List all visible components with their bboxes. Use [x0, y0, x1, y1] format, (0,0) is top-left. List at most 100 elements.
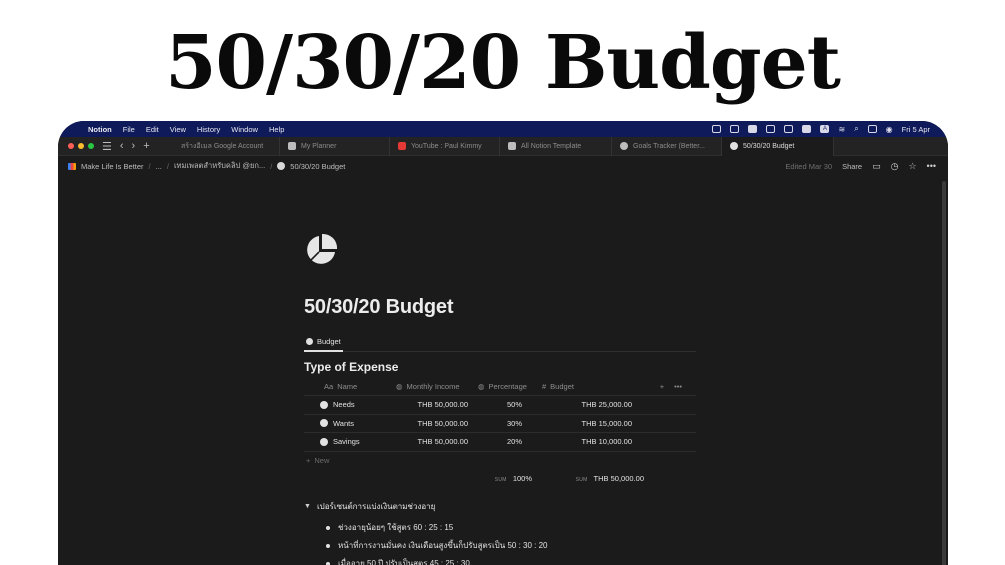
plus-circle-icon — [320, 437, 328, 446]
forward-icon[interactable]: › — [132, 140, 136, 153]
row-name: Needs — [333, 400, 355, 410]
page-icon — [508, 142, 516, 150]
battery-icon[interactable] — [802, 125, 812, 133]
view-tab-label: Budget — [317, 337, 341, 346]
edited-timestamp: Edited Mar 30 — [785, 161, 833, 171]
youtube-icon — [398, 142, 406, 150]
cell-name[interactable]: Wants — [304, 419, 396, 428]
tray-icon[interactable] — [748, 125, 758, 133]
formula-icon: ◍ — [478, 381, 485, 391]
menu-help[interactable]: Help — [269, 125, 284, 134]
wifi-icon[interactable]: ≋ — [838, 125, 845, 134]
column-header-percentage[interactable]: ◍ Percentage — [478, 382, 542, 391]
share-button[interactable]: Share — [842, 162, 862, 171]
cell-percentage[interactable]: 20% — [478, 437, 542, 446]
breadcrumb-item[interactable]: Make Life Is Better — [81, 162, 144, 171]
list-item[interactable]: เมื่ออายุ 50 ปี ปรับเป็นสูตร 45 : 25 : 3… — [326, 555, 696, 565]
row-name: Wants — [333, 418, 354, 428]
sum-label: SUM — [575, 477, 588, 483]
cell-budget[interactable]: THB 25,000.00 — [542, 400, 652, 409]
sum-percentage[interactable]: SUM 100% — [304, 474, 532, 483]
more-options-icon[interactable]: ••• — [674, 382, 682, 391]
column-label: Budget — [550, 381, 574, 391]
table-row[interactable]: Wants THB 50,000.00 30% THB 15,000.00 — [304, 415, 696, 433]
menu-edit[interactable]: Edit — [146, 125, 159, 134]
breadcrumb-item[interactable]: ... — [156, 162, 162, 171]
close-window-button[interactable] — [68, 143, 74, 149]
toggle-heading: เปอร์เซนต์การแบ่งเงินตามช่วงอายุ — [316, 501, 436, 511]
tab-google-account[interactable]: สร้างอีเมล Google Account — [168, 136, 280, 156]
view-tab-budget[interactable]: Budget — [304, 333, 343, 352]
menu-app-notion[interactable]: Notion — [88, 125, 112, 134]
cell-name[interactable]: Savings — [304, 437, 396, 446]
tray-icon[interactable] — [766, 125, 776, 133]
more-options-icon[interactable]: ••• — [927, 161, 936, 171]
tab-my-planner[interactable]: My Planner — [280, 136, 390, 156]
tab-label: All Notion Template — [521, 142, 582, 150]
cell-income[interactable]: THB 50,000.00 — [396, 419, 478, 428]
toggle-block[interactable]: ▼ เปอร์เซนต์การแบ่งเงินตามช่วงอายุ — [304, 500, 696, 513]
menu-window[interactable]: Window — [231, 125, 258, 134]
list-item[interactable]: หน้าที่การงานมั่นคง เงินเดือนสูงขึ้นก็ปร… — [326, 537, 696, 555]
view-tabs: Budget — [304, 333, 696, 352]
sum-budget[interactable]: SUM THB 50,000.00 — [532, 474, 644, 483]
table-row[interactable]: Savings THB 50,000.00 20% THB 10,000.00 — [304, 433, 696, 452]
list-item-text: เมื่ออายุ 50 ปี ปรับเป็นสูตร 45 : 25 : 3… — [338, 559, 470, 565]
alert-icon — [320, 400, 328, 409]
column-header-name[interactable]: Aa Name — [304, 382, 396, 391]
sum-value: THB 50,000.00 — [593, 474, 644, 483]
page-title[interactable]: 50/30/20 Budget — [304, 296, 696, 319]
menu-view[interactable]: View — [170, 125, 186, 134]
page-icon — [288, 142, 296, 150]
sum-label: SUM — [494, 477, 507, 483]
column-header-income[interactable]: ◍ Monthly Income — [396, 382, 478, 391]
cell-budget[interactable]: THB 15,000.00 — [542, 419, 652, 428]
clock[interactable]: Fri 5 Apr — [902, 125, 930, 134]
page-icon — [620, 142, 628, 150]
column-header-budget[interactable]: # Budget — [542, 382, 652, 391]
zoom-window-button[interactable] — [88, 143, 94, 149]
favorite-star-icon[interactable]: ☆ — [908, 161, 916, 172]
tab-label: My Planner — [301, 142, 337, 150]
tray-icon[interactable] — [784, 125, 794, 133]
tab-budget[interactable]: 50/30/20 Budget — [722, 136, 834, 156]
siri-icon[interactable]: ◉ — [886, 125, 893, 134]
history-icon[interactable]: ◷ — [891, 161, 899, 172]
search-icon[interactable]: ⌕ — [854, 124, 858, 134]
top-bar: Make Life Is Better / ... / เทมเพลตสำหรั… — [58, 156, 948, 176]
cell-percentage[interactable]: 50% — [478, 400, 542, 409]
tray-icon[interactable] — [712, 125, 722, 133]
menu-file[interactable]: File — [123, 125, 135, 134]
database-title[interactable]: Type of Expense — [304, 360, 696, 374]
comment-icon[interactable]: ▭ — [872, 161, 881, 172]
text-property-icon: Aa — [324, 381, 334, 391]
minimize-window-button[interactable] — [78, 143, 84, 149]
menu-history[interactable]: History — [197, 125, 220, 134]
cell-income[interactable]: THB 50,000.00 — [396, 400, 478, 409]
cell-budget[interactable]: THB 10,000.00 — [542, 437, 652, 446]
list-item[interactable]: ช่วงอายุน้อยๆ ใช้สูตร 60 : 25 : 15 — [326, 519, 696, 537]
column-label: Monthly Income — [406, 381, 460, 391]
control-center-icon[interactable] — [867, 125, 877, 133]
breadcrumb-item[interactable]: เทมเพลตสำหรับคลิป @ยก... — [174, 160, 265, 172]
tray-icon[interactable] — [730, 125, 740, 133]
toggle-triangle-icon[interactable]: ▼ — [304, 503, 311, 510]
cell-percentage[interactable]: 30% — [478, 419, 542, 428]
new-tab-icon[interactable]: + — [143, 140, 149, 153]
scrollbar[interactable] — [942, 181, 946, 565]
new-row-button[interactable]: + New — [304, 452, 696, 470]
pie-chart-icon[interactable] — [304, 233, 338, 267]
input-source-icon[interactable]: A — [820, 125, 830, 133]
table-row[interactable]: Needs THB 50,000.00 50% THB 25,000.00 — [304, 396, 696, 415]
tab-goals-tracker[interactable]: Goals Tracker (Better... — [612, 136, 722, 156]
tab-youtube[interactable]: YouTube : Paul Kimmy — [390, 136, 500, 156]
tab-label: 50/30/20 Budget — [743, 142, 795, 150]
workspace-icon — [68, 162, 76, 170]
tab-all-notion-template[interactable]: All Notion Template — [500, 136, 612, 156]
sidebar-toggle-icon[interactable]: ☰ — [102, 140, 112, 153]
cell-income[interactable]: THB 50,000.00 — [396, 437, 478, 446]
add-property-icon[interactable]: + — [660, 382, 664, 391]
back-icon[interactable]: ‹ — [120, 140, 124, 153]
cell-name[interactable]: Needs — [304, 400, 396, 409]
breadcrumb-item-current[interactable]: 50/30/20 Budget — [290, 162, 345, 171]
